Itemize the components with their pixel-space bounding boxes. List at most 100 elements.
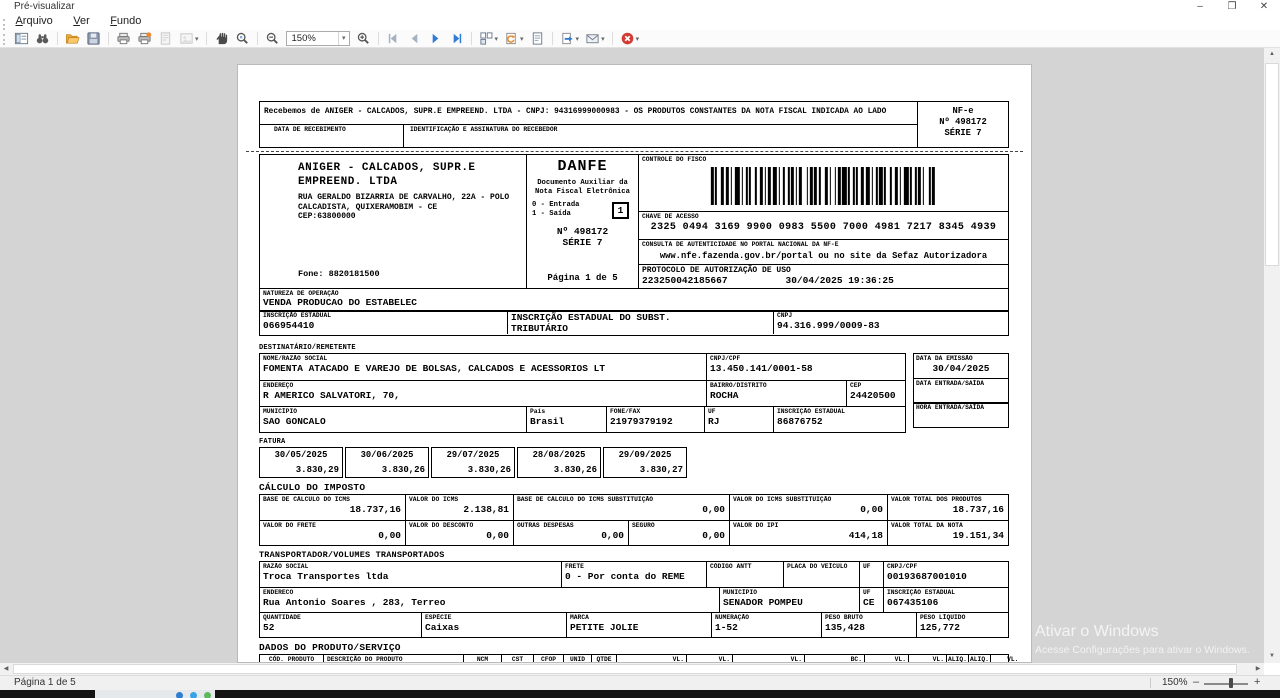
- form-layout-button[interactable]: [13, 31, 30, 47]
- zoom-out-button[interactable]: [264, 31, 281, 47]
- fatura-block: 30/05/20253.830,29 30/06/20253.830,26 29…: [259, 447, 1031, 478]
- field-outras-despesas: OUTRAS DESPESAS0,00: [514, 521, 629, 545]
- col-qtde: QTDE: [592, 655, 617, 663]
- field-value: 414,18: [733, 530, 885, 542]
- previous-page-button[interactable]: [406, 31, 423, 47]
- field-label: VALOR TOTAL DA NOTA: [891, 522, 1006, 530]
- print-settings-button[interactable]: [136, 31, 153, 47]
- vertical-scrollbar[interactable]: ▲ ▼: [1264, 48, 1280, 663]
- field-label: CNPJ/CPF: [887, 563, 1006, 571]
- multi-page-caret-icon: ▾: [495, 35, 499, 43]
- menu-ver[interactable]: Ver: [73, 15, 90, 27]
- field-bc-icms-subst: BASE DE CÁLCULO DO ICMS SUBSTITUIÇÃO0,00: [514, 495, 730, 520]
- field-label: NUMERAÇÃO: [715, 614, 819, 622]
- horizontal-scrollbar-thumb[interactable]: [13, 664, 1237, 674]
- field-valor-total-produtos: VALOR TOTAL DOS PRODUTOS18.737,16: [888, 495, 1008, 520]
- col-cst: CSTCSOSN: [502, 655, 534, 663]
- destinatario-section-label: DESTINATÁRIO/REMETENTE: [259, 344, 1031, 352]
- export-refresh-icon: [504, 31, 519, 46]
- single-page-button[interactable]: [529, 31, 546, 47]
- field-label: UF: [863, 563, 881, 571]
- taskbar-app-icon[interactable]: [176, 692, 183, 698]
- field-peso-bruto: PESO BRUTO135,428: [822, 613, 917, 637]
- close-preview-button[interactable]: ▾: [619, 31, 641, 47]
- last-page-button[interactable]: [448, 31, 465, 47]
- field-label: RAZÃO SOCIAL: [263, 563, 559, 571]
- menu-fundo[interactable]: Fundo: [110, 15, 141, 27]
- field-valor-total-nota: VALOR TOTAL DA NOTA19.151,34: [888, 521, 1008, 545]
- scroll-left-icon[interactable]: ◀: [0, 663, 12, 675]
- export-refresh-button[interactable]: ▾: [503, 31, 525, 47]
- print-button[interactable]: [115, 31, 132, 47]
- export-button[interactable]: ▾: [559, 31, 581, 47]
- field-label: UF: [708, 408, 771, 416]
- barcode: [710, 167, 936, 205]
- parcel-date: 30/05/2025: [263, 450, 339, 460]
- receipt-text: Recebemos de ANIGER - CALCADOS, SUPR.E E…: [260, 102, 917, 124]
- field-label: DATA ENTRADA/SAÍDA: [916, 380, 1006, 388]
- menubar-grip[interactable]: [3, 19, 5, 30]
- zoom-out-minus-button[interactable]: –: [1193, 676, 1199, 688]
- toolbar-grip[interactable]: [3, 34, 5, 45]
- field-value: 0 - Por conta do REME: [565, 571, 704, 583]
- zoom-combobox-caret-icon[interactable]: ▾: [338, 32, 349, 45]
- save-button[interactable]: [85, 31, 102, 47]
- picture-button[interactable]: ▾: [178, 31, 200, 47]
- zoom-in-button[interactable]: [355, 31, 372, 47]
- horizontal-scrollbar[interactable]: ◀ ▶: [0, 663, 1264, 675]
- next-page-button[interactable]: [427, 31, 444, 47]
- protocolo-date: 30/04/2025 19:36:25: [786, 275, 894, 286]
- page-preview-button[interactable]: [157, 31, 174, 47]
- receipt-nfe-box: NF-e Nº 498172 SÉRIE 7: [918, 102, 1008, 147]
- page-indicator: Página 1 de 5: [14, 677, 76, 688]
- email-button[interactable]: ▾: [584, 31, 606, 47]
- export-refresh-caret-icon: ▾: [520, 35, 524, 43]
- transporte-section-label: TRANSPORTADOR/VOLUMES TRANSPORTADOS: [259, 550, 1031, 560]
- zoom-slider-thumb[interactable]: [1229, 678, 1233, 688]
- issuer-cep: CEP:63800000: [298, 212, 522, 222]
- parcel-date: 29/09/2025: [607, 450, 683, 460]
- search-binoculars-icon: [35, 31, 50, 46]
- taskbar-app-icon[interactable]: [204, 692, 211, 698]
- vertical-scrollbar-thumb[interactable]: [1265, 63, 1279, 266]
- maximize-button[interactable]: ❐: [1216, 0, 1248, 15]
- minimize-button[interactable]: –: [1184, 0, 1216, 15]
- zoom-dynamic-button[interactable]: [234, 31, 251, 47]
- taskbar-app-icon[interactable]: [190, 692, 197, 698]
- field-value: 0,00: [517, 504, 727, 516]
- zoom-in-plus-button[interactable]: +: [1254, 676, 1260, 688]
- field-label: INSCRIÇÃO ESTADUAL DO SUBST.: [511, 312, 771, 323]
- field-valor-frete: VALOR DO FRETE0,00: [260, 521, 406, 545]
- field-cnpj-cpf: CNPJ/CPF00193687001010: [884, 562, 1008, 587]
- zoom-combobox[interactable]: 150%▾: [286, 31, 350, 46]
- preview-area: Recebemos de ANIGER - CALCADOS, SUPR.E E…: [0, 48, 1264, 663]
- single-page-icon: [530, 31, 545, 46]
- close-button[interactable]: ✕: [1248, 0, 1280, 15]
- receipt-signature-label: IDENTIFICAÇÃO E ASSINATURA DO RECEBEDOR: [404, 125, 917, 147]
- scroll-right-icon[interactable]: ▶: [1252, 663, 1264, 675]
- field-valor-ipi: VALOR DO IPI414,18: [730, 521, 888, 545]
- issuer-name: ANIGER - CALCADOS, SUPR.E EMPREEND. LTDA: [298, 162, 522, 189]
- windows-taskbar[interactable]: [0, 690, 1280, 698]
- picture-icon: [179, 31, 194, 46]
- field-value: 94.316.999/0009-83: [777, 320, 1006, 332]
- menu-arquivo[interactable]: Arquivo: [15, 15, 52, 27]
- scroll-down-icon[interactable]: ▼: [1264, 650, 1280, 663]
- field-cep: CEP 24420500: [847, 381, 905, 406]
- field-value: 86876752: [777, 416, 903, 428]
- multi-page-layout-button[interactable]: ▾: [478, 31, 500, 47]
- search-button[interactable]: [34, 31, 51, 47]
- form-layout-icon: [14, 31, 29, 46]
- scroll-up-icon[interactable]: ▲: [1264, 48, 1280, 61]
- field-label: PESO BRUTO: [825, 614, 914, 622]
- field-label: País: [530, 408, 604, 416]
- field-label: BASE DE CÁLCULO DO ICMS: [263, 496, 403, 504]
- next-page-icon: [428, 31, 443, 46]
- open-button[interactable]: [64, 31, 81, 47]
- zoom-slider-track[interactable]: [1204, 683, 1248, 685]
- field-hora-entrada-saida: HORA ENTRADA/SAÍDA: [913, 402, 1009, 428]
- taskbar-search-box[interactable]: [95, 690, 215, 698]
- first-page-button[interactable]: [385, 31, 402, 47]
- pan-button[interactable]: [213, 31, 230, 47]
- col-ncm: NCMSH: [464, 655, 502, 663]
